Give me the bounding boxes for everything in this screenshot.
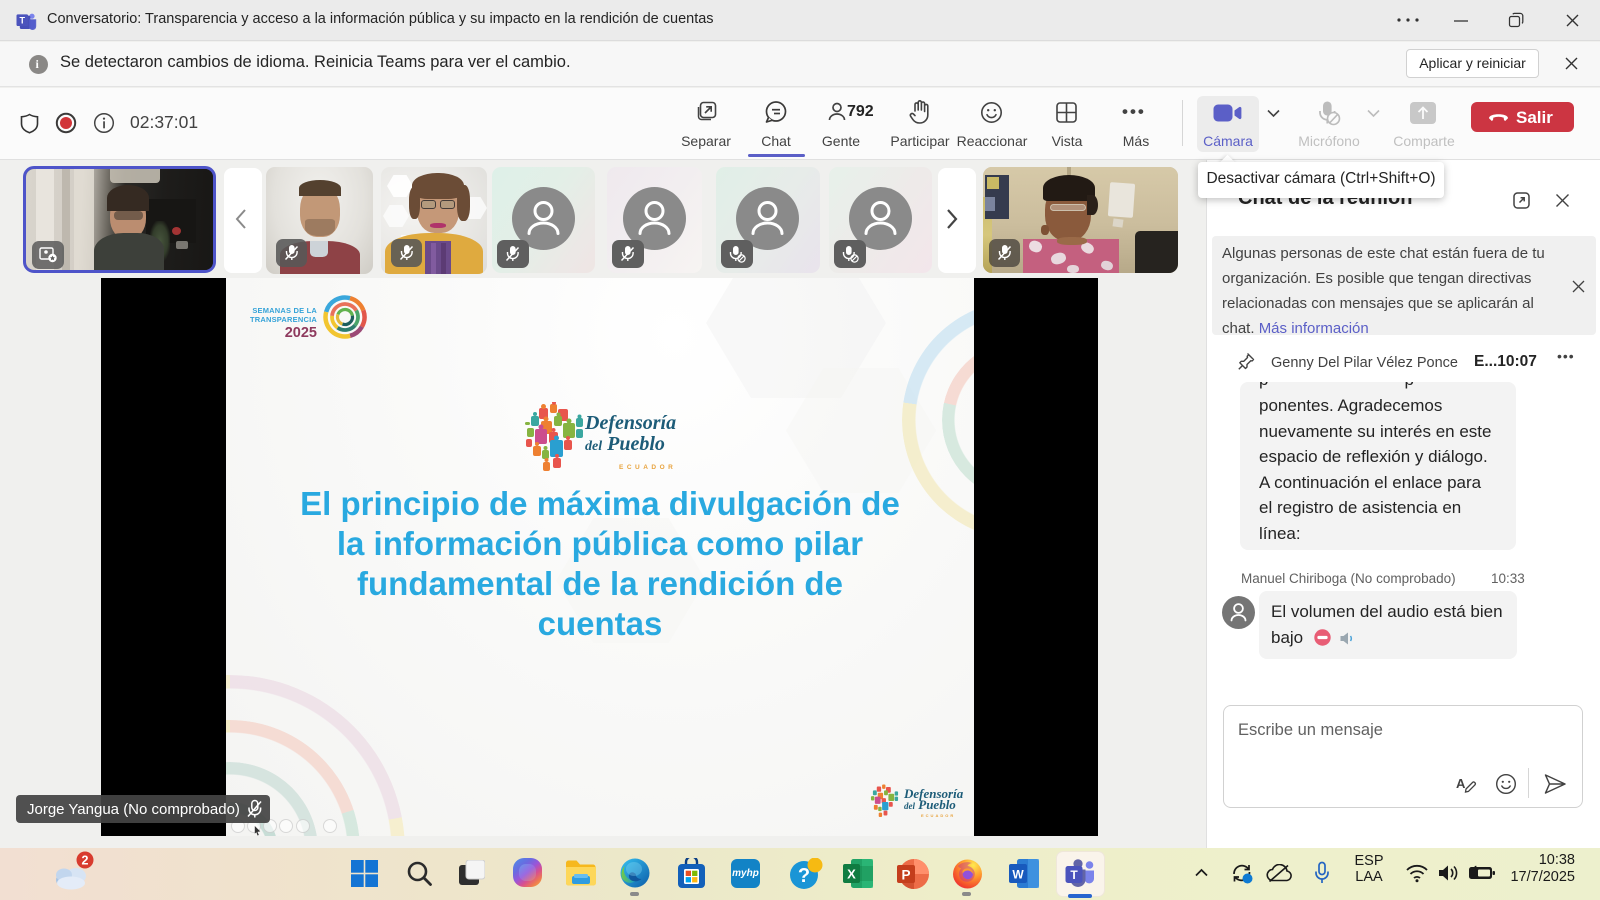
svg-text:W: W (1012, 868, 1024, 882)
svg-text:2: 2 (82, 854, 89, 868)
svg-text:T: T (1070, 868, 1078, 882)
svg-text:X: X (847, 867, 856, 882)
svg-text:T: T (20, 16, 26, 26)
svg-text:A: A (1456, 776, 1466, 791)
svg-text:P: P (901, 868, 910, 883)
